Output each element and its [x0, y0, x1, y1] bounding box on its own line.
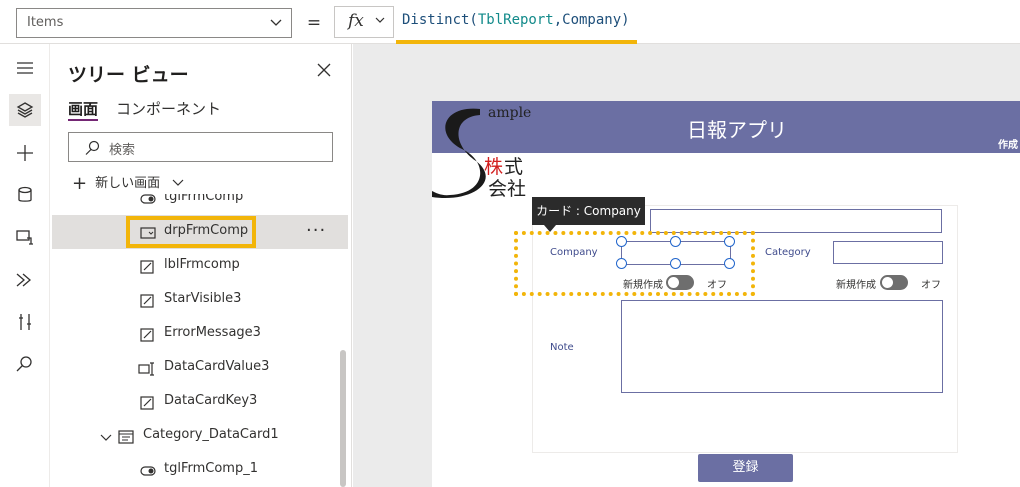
toggle-icon [140, 463, 156, 477]
drpfrmcomp-highlight [126, 216, 256, 248]
tree-item-label: ErrorMessage3 [164, 325, 261, 340]
chevron-down-icon [269, 13, 283, 36]
tree-item-tglfrmcomp[interactable]: tglFrmComp [52, 194, 348, 215]
close-icon[interactable] [314, 60, 334, 80]
canvas-area: 日報アプリ 作成 ample 株 式 会社 Company 新規作成 オフ Ca… [353, 44, 1020, 487]
formula-input[interactable]: Distinct(TblReport,Company) [394, 4, 1020, 40]
property-value: Items [27, 15, 64, 30]
tree-item-category-datacard1[interactable]: Category_DataCard1 [52, 419, 348, 453]
tree-item-tglfrmcomp-1[interactable]: tglFrmComp_1 [52, 453, 348, 487]
logo-text-kaisha: 会社 [488, 178, 526, 199]
card-tooltip: カード : Company [532, 197, 645, 232]
logo-text-shiki: 式 [504, 156, 523, 178]
tree-item-label: StarVisible3 [164, 291, 242, 306]
chevron-down-icon [100, 429, 116, 443]
tree-item-lblfrmcomp[interactable]: lblFrmcomp [52, 249, 348, 283]
tree-view-title: ツリー ビュー [68, 64, 189, 86]
company-logo: ample 株 式 会社 [432, 105, 531, 199]
new-screen-label: 新しい画面 [95, 176, 161, 191]
tab-screens[interactable]: 画面 [68, 98, 98, 119]
creator-label: 作成 [998, 140, 1018, 151]
edit-icon [140, 395, 156, 410]
left-rail [0, 44, 50, 487]
tree-item-errormessage3[interactable]: ErrorMessage3 [52, 317, 348, 351]
tree-item-label: Category_DataCard1 [143, 427, 279, 442]
tree-view-pane: ツリー ビュー 画面 コンポーネント 検索 + 新しい画面 tglFrmComp … [52, 44, 352, 487]
plus-icon: + [72, 173, 88, 194]
formula-table: TblReport [477, 12, 554, 28]
equals-sign: = [306, 13, 322, 33]
tab-components[interactable]: コンポーネント [116, 98, 221, 119]
chevron-down-icon [168, 176, 184, 190]
tree-item-datacardkey3[interactable]: DataCardKey3 [52, 385, 348, 419]
hamburger-menu-icon[interactable] [9, 52, 41, 84]
search-icon[interactable] [9, 348, 41, 380]
category-toggle-label: 新規作成 [836, 280, 876, 291]
power-automate-icon[interactable] [9, 264, 41, 296]
logo-text-kabu: 株 [484, 156, 503, 178]
text-input-icon [138, 361, 154, 376]
tree-search-input[interactable]: 検索 [68, 132, 333, 162]
category-label: Category [765, 247, 811, 258]
plus-icon[interactable] [9, 137, 41, 169]
active-tab-indicator [68, 119, 98, 121]
fx-button[interactable]: fx [334, 6, 394, 38]
new-screen-button[interactable]: + 新しい画面 [72, 172, 184, 194]
toggle-icon [140, 194, 156, 205]
search-icon [85, 140, 100, 155]
company-card-highlight [514, 231, 755, 296]
category-toggle-state: オフ [921, 280, 941, 291]
tree-item-label: tglFrmComp [164, 194, 244, 204]
search-placeholder: 検索 [109, 143, 136, 158]
category-input[interactable] [833, 241, 943, 264]
category-new-toggle[interactable] [880, 275, 908, 290]
formula-function: Distinct( [402, 12, 478, 28]
chevron-down-icon [375, 15, 385, 28]
formula-bar: Items = fx Distinct(TblReport,Company) [0, 0, 1020, 44]
formula-argument: ,Company) [553, 12, 630, 28]
card-icon [118, 429, 134, 444]
register-button[interactable]: 登録 [698, 454, 793, 482]
edit-icon [140, 259, 156, 274]
note-input[interactable] [621, 300, 943, 393]
database-icon[interactable] [9, 179, 41, 211]
app-screen: 日報アプリ 作成 ample 株 式 会社 Company 新規作成 オフ Ca… [432, 101, 1020, 487]
tree-item-starvisible3[interactable]: StarVisible3 [52, 283, 348, 317]
layers-icon[interactable] [9, 94, 41, 126]
tree-item-datacardvalue3[interactable]: DataCardValue3 [52, 351, 348, 385]
note-label: Note [550, 342, 574, 353]
edit-icon [140, 293, 156, 308]
edit-icon [140, 327, 156, 342]
media-icon[interactable] [9, 221, 41, 253]
tree-item-label: tglFrmComp_1 [164, 461, 258, 476]
fx-icon: fx [348, 11, 364, 31]
tools-icon[interactable] [9, 306, 41, 338]
tree-scrollbar[interactable] [340, 350, 346, 487]
property-dropdown[interactable]: Items [16, 8, 292, 38]
tree-item-label: DataCardValue3 [164, 359, 270, 374]
formula-text: Distinct(TblReport,Company) [402, 12, 630, 28]
more-options-icon[interactable]: ··· [306, 220, 326, 241]
tree-item-label: lblFrmcomp [164, 257, 240, 272]
toggle-knob [882, 277, 893, 288]
top-text-input[interactable] [650, 209, 942, 233]
tree-item-label: DataCardKey3 [164, 393, 258, 408]
logo-sample-text: ample [488, 105, 531, 121]
